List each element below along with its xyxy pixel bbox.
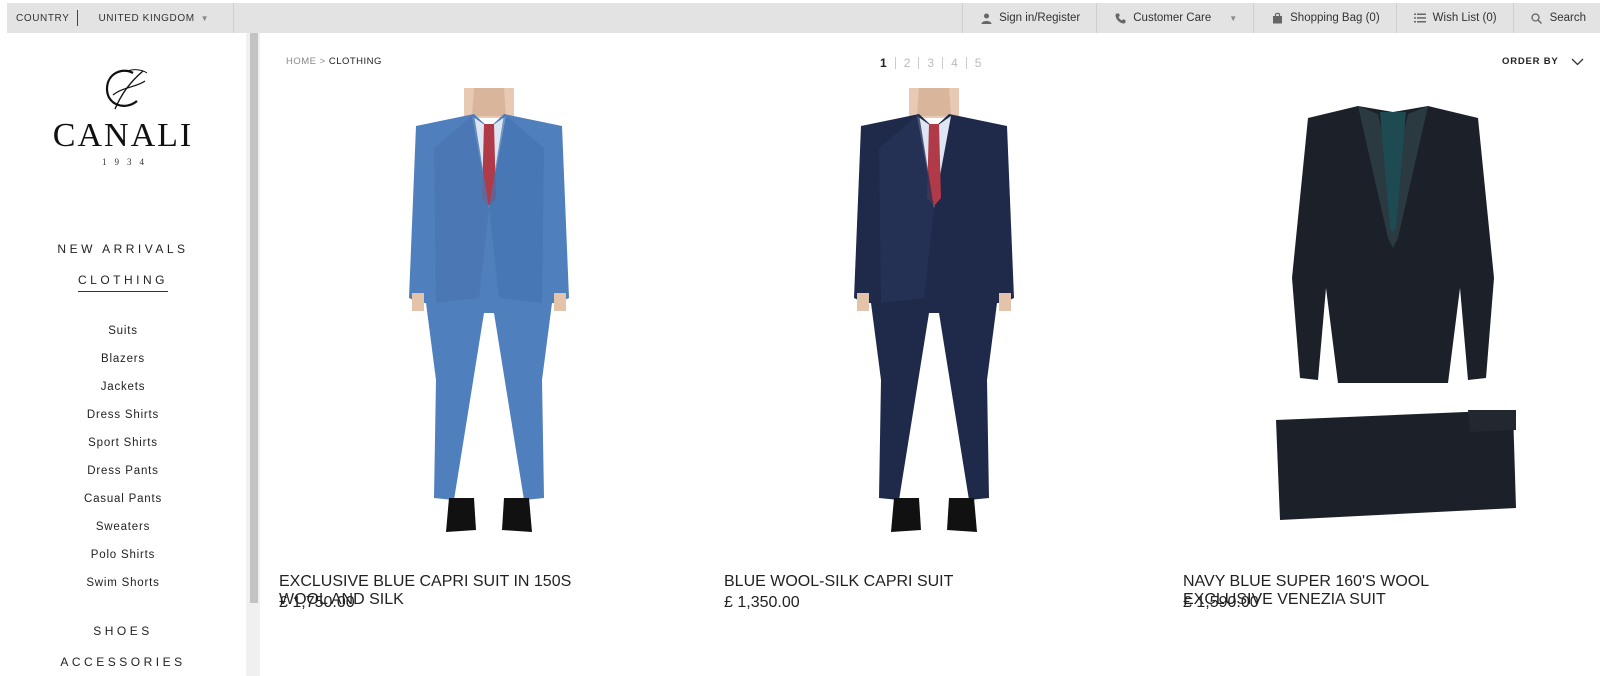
customer-care-menu[interactable]: Customer Care ▼: [1096, 3, 1253, 33]
search-icon: [1530, 11, 1544, 25]
product-price: £ 1,350.00: [724, 594, 800, 611]
nav-sub-blazers[interactable]: Blazers: [0, 353, 246, 365]
page-2[interactable]: 2: [896, 56, 919, 70]
canali-logo[interactable]: CANALI 1934: [0, 65, 246, 167]
page-3[interactable]: 3: [919, 56, 942, 70]
search-button[interactable]: Search: [1512, 3, 1600, 33]
nav-sub-dress-pants[interactable]: Dress Pants: [0, 465, 246, 477]
brand-name: CANALI: [52, 117, 194, 154]
nav-sub-sweaters[interactable]: Sweaters: [0, 521, 246, 533]
nav-accessories-label: ACCESSORIES: [60, 655, 186, 669]
sign-in-link[interactable]: Sign in/Register: [962, 3, 1096, 33]
country-value[interactable]: UNITED KINGDOM: [98, 13, 194, 24]
nav-sub-sport-shirts[interactable]: Sport Shirts: [0, 437, 246, 449]
list-icon: [1413, 11, 1427, 25]
venezia-suit-image: [1276, 106, 1516, 520]
nav-sub-dress-shirts[interactable]: Dress Shirts: [0, 409, 246, 421]
nav-sub-swim-shorts[interactable]: Swim Shorts: [0, 577, 246, 589]
country-label: COUNTRY: [16, 12, 70, 24]
search-label: Search: [1549, 12, 1586, 24]
order-by-label: ORDER BY: [1502, 56, 1559, 67]
product-card[interactable]: [324, 88, 654, 548]
blue-suit-image: [409, 88, 569, 532]
breadcrumb-current: CLOTHING: [328, 56, 382, 67]
nav-shoes-label: SHOES: [93, 624, 153, 638]
nav-clothing-label: CLOTHING: [77, 273, 168, 292]
customer-care-label: Customer Care: [1133, 12, 1212, 24]
user-icon: [979, 11, 993, 25]
pagination: 1 2 3 4 5: [872, 56, 989, 70]
top-bar: COUNTRY UNITED KINGDOM ▼ Sign in/Registe…: [7, 3, 1600, 33]
nav-new-arrivals[interactable]: NEW ARRIVALS: [0, 242, 246, 256]
wish-list-link[interactable]: Wish List (0): [1395, 3, 1513, 33]
product-card[interactable]: [769, 88, 1099, 548]
nav-clothing[interactable]: CLOTHING: [0, 273, 246, 292]
chevron-down-icon[interactable]: ▼: [201, 14, 209, 23]
breadcrumb-home[interactable]: HOME: [286, 56, 317, 67]
brand-year: 1934: [102, 157, 152, 167]
product-image[interactable]: [1228, 88, 1558, 548]
nav-sub-polo-shirts[interactable]: Polo Shirts: [0, 549, 246, 561]
nav-shoes[interactable]: SHOES: [0, 624, 246, 638]
chevron-down-icon[interactable]: ▼: [1229, 14, 1237, 23]
country-selector[interactable]: COUNTRY UNITED KINGDOM ▼: [7, 3, 234, 33]
sign-in-label: Sign in/Register: [999, 12, 1081, 24]
product-image[interactable]: [769, 88, 1099, 548]
bag-icon: [1270, 11, 1284, 25]
order-by-dropdown[interactable]: ORDER BY: [1502, 56, 1584, 67]
product-card[interactable]: [1228, 88, 1558, 548]
product-image[interactable]: [324, 88, 654, 548]
nav-new-arrivals-label: NEW ARRIVALS: [57, 242, 189, 256]
product-price: £ 1,750.00: [279, 594, 355, 611]
shopping-bag-label: Shopping Bag (0): [1290, 12, 1380, 24]
monogram-icon: [105, 69, 148, 110]
breadcrumb: HOME > CLOTHING: [286, 56, 382, 67]
page-4[interactable]: 4: [943, 56, 966, 70]
nav-sub-casual-pants[interactable]: Casual Pants: [0, 493, 246, 505]
nav-accessories[interactable]: ACCESSORIES: [0, 655, 246, 669]
page-5[interactable]: 5: [967, 56, 990, 70]
product-price: £ 1,590.00: [1183, 594, 1259, 611]
wish-list-label: Wish List (0): [1432, 12, 1497, 24]
nav-sub-jackets[interactable]: Jackets: [0, 381, 246, 393]
country-divider: [77, 10, 79, 26]
shopping-bag-link[interactable]: Shopping Bag (0): [1253, 3, 1396, 33]
navy-suit-image: [854, 88, 1014, 532]
chevron-down-icon: [1571, 58, 1584, 65]
breadcrumb-separator: >: [319, 56, 326, 67]
nav-sub-suits[interactable]: Suits: [0, 325, 246, 337]
product-name[interactable]: BLUE WOOL-SILK CAPRI SUIT: [724, 573, 1054, 591]
sidebar-scrollbar-thumb[interactable]: [250, 33, 258, 603]
page-1[interactable]: 1: [872, 56, 895, 70]
phone-icon: [1113, 11, 1127, 25]
